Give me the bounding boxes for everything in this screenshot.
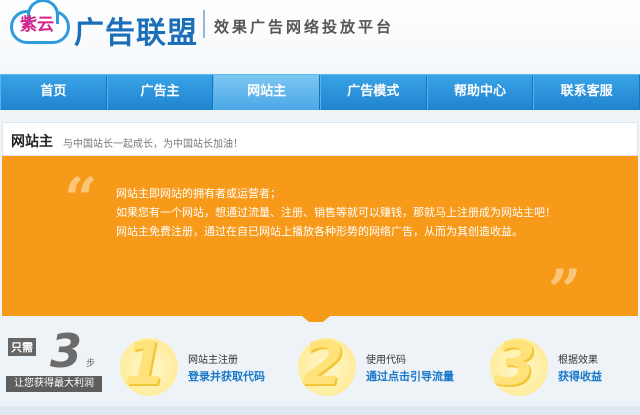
steps-tagline: 让您获得最大利润 (6, 376, 102, 392)
logo-badge-text: 紫云 (20, 15, 54, 35)
open-quote-icon: “ (64, 165, 98, 233)
step-3-number: 3 (494, 329, 536, 399)
site-slogan: 效果广告网络投放平台 (214, 18, 395, 36)
intro-line: 网站主免费注册，通过在自已网站上播放各种形势的网络广告，从而为其创造收益。 (116, 225, 523, 238)
step-2-link[interactable]: 通过点击引导流量 (366, 368, 454, 384)
step-3-link[interactable]: 获得收益 (558, 368, 602, 384)
nav-item-home[interactable]: 首页 (0, 75, 107, 110)
step-1-number: 1 (124, 329, 166, 399)
nav-item-help-center[interactable]: 帮助中心 (426, 75, 534, 110)
site-header: 紫云 广告联盟 效果广告网络投放平台 (0, 0, 640, 74)
page-subtitle: 与中国站长一起成长，为中国站长加油！ (63, 139, 243, 150)
step-2-label: 使用代码 (366, 355, 406, 366)
steps-unit: 步 (86, 359, 96, 369)
header-divider (203, 10, 205, 38)
step-1-label: 网站主注册 (188, 355, 238, 366)
close-quote-icon: ” (548, 257, 582, 325)
step-3-label: 根据效果 (558, 355, 598, 366)
steps-only-label: 只需 (8, 338, 36, 356)
intro-line: 网站主即网站的拥有者或运营者； (116, 187, 281, 200)
nav-item-ad-models[interactable]: 广告模式 (319, 75, 427, 110)
main-nav: 首页 广告主 网站主 广告模式 帮助中心 联系客服 (0, 74, 640, 110)
nav-item-contact-support[interactable]: 联系客服 (533, 75, 640, 110)
section-title-bar: 网站主 与中国站长一起成长，为中国站长加油！ (2, 122, 638, 156)
footer-divider (0, 406, 640, 415)
page-title: 网站主 (11, 134, 53, 150)
nav-item-publishers[interactable]: 网站主 (213, 75, 320, 110)
intro-line: 如果您有一个网站，想通过流量、注册、销售等就可以赚钱，那就马上注册成为网站主吧！ (116, 206, 556, 219)
site-logo[interactable]: 紫云 广告联盟 (10, 0, 200, 51)
steps-count: 3 (50, 324, 83, 378)
intro-text: 网站主即网站的拥有者或运营者； 如果您有一个网站，想通过流量、注册、销售等就可以… (116, 184, 556, 241)
step-2-number: 2 (302, 329, 344, 399)
logo-name: 广告联盟 (74, 16, 198, 51)
nav-item-advertisers[interactable]: 广告主 (106, 75, 214, 110)
step-1-link[interactable]: 登录并获取代码 (188, 368, 265, 384)
